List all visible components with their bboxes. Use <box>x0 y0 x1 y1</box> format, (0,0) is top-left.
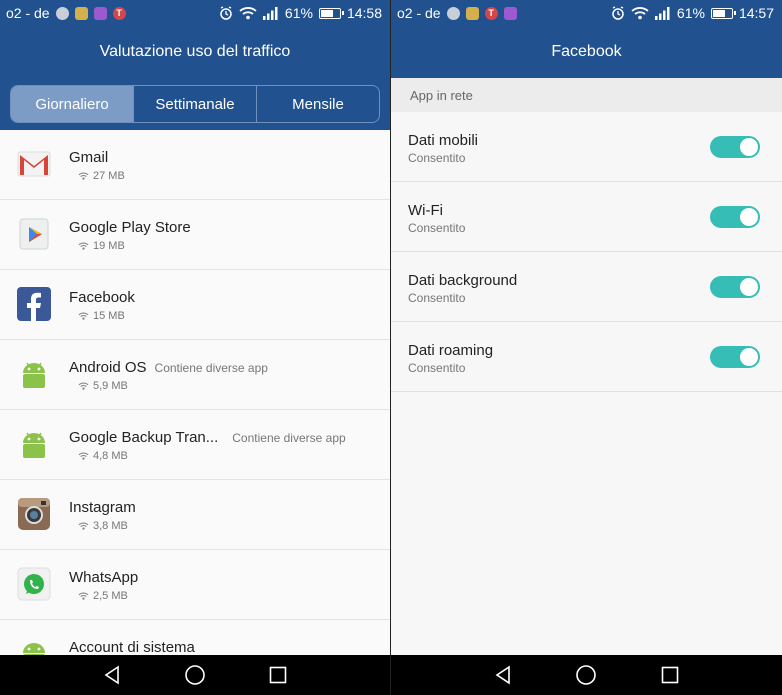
tab-monthly[interactable]: Mensile <box>257 86 379 122</box>
setting-mobile-data[interactable]: Dati mobili Consentito <box>391 112 782 182</box>
app-name: Facebook <box>69 289 135 306</box>
app-name: WhatsApp <box>69 569 139 586</box>
battery-percent: 61% <box>676 5 705 21</box>
carrier-label: o2 - de <box>397 5 441 21</box>
notification-circle-icon <box>446 6 460 20</box>
app-usage: 4,8 MB <box>93 450 128 462</box>
tab-weekly[interactable]: Settimanale <box>134 86 257 122</box>
status-bar: o2 - de T 61% 14:57 <box>391 0 782 26</box>
instagram-icon <box>18 498 50 530</box>
app-name: Google Play Store <box>69 219 191 236</box>
app-row-google-backup[interactable]: Google Backup Tran... Contiene diverse ap… <box>0 410 390 480</box>
wifi-icon <box>631 7 649 20</box>
facebook-icon <box>17 287 51 321</box>
facebook-network-screen: o2 - de T 61% 14:57 Facebook App in rete… <box>391 0 782 695</box>
app-note: Contiene diverse app <box>154 361 268 375</box>
background-data-toggle[interactable] <box>710 276 760 298</box>
notification-bag-icon <box>74 6 88 20</box>
android-icon <box>23 432 45 458</box>
android-icon <box>23 362 45 388</box>
setting-subtitle: Consentito <box>408 291 466 305</box>
setting-title: Dati roaming <box>408 342 494 359</box>
app-row-whatsapp[interactable]: WhatsApp 2,5 MB <box>0 550 390 620</box>
notification-t-icon: T <box>112 6 126 20</box>
play-store-icon <box>19 218 49 250</box>
app-usage: 2,5 MB <box>93 590 128 602</box>
setting-subtitle: Consentito <box>408 151 466 165</box>
app-row-play-store[interactable]: Google Play Store 19 MB <box>0 200 390 270</box>
app-name: Google Backup Tran... <box>69 429 219 446</box>
app-usage: 5,9 MB <box>93 380 128 392</box>
battery-icon <box>710 7 736 19</box>
section-header: App in rete <box>391 78 782 112</box>
home-icon[interactable] <box>183 663 207 687</box>
gmail-icon <box>17 151 51 177</box>
app-usage: 19 MB <box>93 240 125 252</box>
app-row-gmail[interactable]: Gmail 27 MB <box>0 130 390 200</box>
navigation-bar <box>391 655 782 695</box>
setting-background-data[interactable]: Dati background Consentito <box>391 252 782 322</box>
whatsapp-icon <box>17 567 51 601</box>
back-icon[interactable] <box>491 663 515 687</box>
signal-icon <box>262 6 278 20</box>
notification-app-icon <box>93 6 107 20</box>
wifi-icon <box>78 522 89 530</box>
alarm-icon <box>220 6 232 20</box>
recents-icon[interactable] <box>658 663 682 687</box>
recents-icon[interactable] <box>266 663 290 687</box>
roaming-data-toggle[interactable] <box>710 346 760 368</box>
notification-t-icon: T <box>484 6 498 20</box>
setting-title: Wi-Fi <box>408 202 443 219</box>
alarm-icon <box>612 6 624 20</box>
app-row-instagram[interactable]: Instagram 3,8 MB <box>0 480 390 550</box>
setting-subtitle: Consentito <box>408 361 466 375</box>
status-bar: o2 - de T 61% 14:58 <box>0 0 390 26</box>
setting-title: Dati background <box>408 272 518 289</box>
clock: 14:57 <box>738 5 774 21</box>
battery-percent: 61% <box>284 5 313 21</box>
mobile-data-toggle[interactable] <box>710 136 760 158</box>
wifi-icon <box>78 312 89 320</box>
carrier-label: o2 - de <box>6 5 50 21</box>
notification-app-icon <box>503 6 517 20</box>
network-settings-list: Dati mobili Consentito Wi-Fi Consentito … <box>391 112 782 392</box>
home-icon[interactable] <box>574 663 598 687</box>
traffic-usage-screen: o2 - de T 61% 14:58 Valutazione uso del … <box>0 0 390 695</box>
app-note: Contiene diverse app <box>232 431 346 445</box>
navigation-bar <box>0 655 390 695</box>
wifi-icon <box>239 7 257 20</box>
setting-title: Dati mobili <box>408 132 479 149</box>
app-name: Account di sistema <box>69 639 195 656</box>
app-usage: 15 MB <box>93 310 125 322</box>
back-icon[interactable] <box>100 663 124 687</box>
app-name: Android OS <box>69 359 147 376</box>
app-row-android-os[interactable]: Android OS Contiene diverse app 5,9 MB <box>0 340 390 410</box>
wifi-icon <box>78 382 89 390</box>
notification-bag-icon <box>465 6 479 20</box>
clock: 14:58 <box>346 5 382 21</box>
page-title: Valutazione uso del traffico <box>0 26 390 78</box>
app-name: Instagram <box>69 499 136 516</box>
app-usage: 3,8 MB <box>93 520 128 532</box>
setting-subtitle: Consentito <box>408 221 466 235</box>
tab-daily[interactable]: Giornaliero <box>11 86 134 122</box>
period-tabs: Giornaliero Settimanale Mensile <box>10 85 380 123</box>
notification-circle-icon <box>55 6 69 20</box>
battery-icon <box>318 7 344 19</box>
wifi-toggle[interactable] <box>710 206 760 228</box>
page-title: Facebook <box>391 26 782 78</box>
app-usage-list: Gmail 27 MB Google Play Store 19 MB Face… <box>0 130 390 690</box>
app-row-facebook[interactable]: Facebook 15 MB <box>0 270 390 340</box>
setting-wifi[interactable]: Wi-Fi Consentito <box>391 182 782 252</box>
wifi-icon <box>78 592 89 600</box>
setting-roaming-data[interactable]: Dati roaming Consentito <box>391 322 782 392</box>
wifi-icon <box>78 172 89 180</box>
app-usage: 27 MB <box>93 170 125 182</box>
wifi-icon <box>78 242 89 250</box>
signal-icon <box>654 6 670 20</box>
wifi-icon <box>78 452 89 460</box>
app-name: Gmail <box>69 149 109 166</box>
